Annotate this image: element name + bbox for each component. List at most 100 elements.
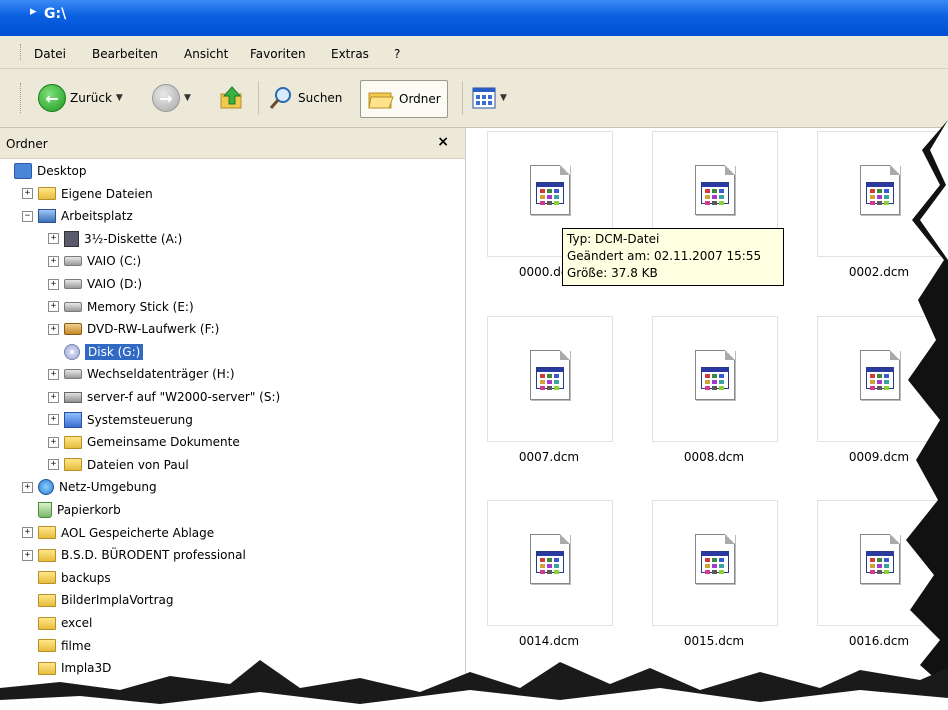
drive-icon [64, 279, 82, 289]
menu-help[interactable]: ? [394, 47, 400, 61]
expand-icon[interactable]: + [48, 278, 59, 290]
tree-node[interactable]: + Dateien von Paul [48, 455, 189, 475]
folder-icon [38, 661, 56, 675]
expand-icon[interactable]: + [48, 459, 59, 471]
tree-node-label: backups [61, 570, 111, 585]
folder-icon [38, 593, 56, 607]
file-name[interactable]: 0002.dcm [817, 265, 941, 279]
menu-favoriten[interactable]: Favoriten [250, 47, 306, 61]
tree-node[interactable]: + server-f auf "W2000-server" (S:) [48, 387, 280, 407]
folder-icon [38, 526, 56, 540]
folder-icon [64, 435, 82, 449]
folder-icon [38, 639, 56, 653]
expand-icon[interactable]: + [48, 323, 59, 335]
views-button[interactable]: ▼ [472, 81, 507, 115]
tree-node-label: Netz-Umgebung [59, 480, 157, 495]
folders-button[interactable]: Ordner [360, 80, 448, 118]
back-button[interactable]: ← Zurück ▼ [38, 81, 123, 115]
dcm-file-icon [695, 165, 735, 215]
folder-pane-title: Ordner [6, 137, 48, 151]
tree-node-label: AOL Gespeicherte Ablage [61, 525, 215, 540]
cd-icon [64, 343, 80, 360]
views-dropdown-icon[interactable]: ▼ [500, 93, 507, 103]
file-name[interactable]: 0015.dcm [652, 634, 776, 648]
file-name[interactable]: 0008.dcm [652, 450, 776, 464]
tree-node-label: Disk (G:) [85, 343, 144, 360]
expand-icon[interactable]: + [22, 188, 33, 200]
file-thumbnail[interactable] [817, 500, 943, 626]
expand-icon[interactable]: + [22, 527, 33, 539]
expand-icon[interactable]: + [48, 301, 59, 313]
tree-node[interactable]: + Gemeinsame Dokumente [48, 432, 240, 452]
tree-node[interactable]: + VAIO (D:) [48, 274, 142, 294]
file-thumbnail[interactable] [487, 316, 613, 442]
expand-icon[interactable]: + [48, 255, 59, 267]
tooltip-size: Größe: 37.8 KB [567, 266, 658, 280]
forward-button[interactable]: → ▼ [152, 81, 191, 115]
tree-node[interactable]: Papierkorb [22, 500, 121, 520]
tree-node[interactable]: + Systemsteuerung [48, 410, 193, 430]
recycle-bin-icon [38, 502, 52, 518]
file-thumbnail[interactable] [652, 316, 778, 442]
tree-node[interactable]: Impla3D [22, 658, 111, 678]
menu-extras[interactable]: Extras [331, 47, 369, 61]
up-folder-button[interactable] [218, 81, 246, 115]
tree-node-label: B.S.D. BÜRODENT professional [61, 548, 246, 563]
tree-node-label: Memory Stick (E:) [87, 299, 194, 314]
tree-node[interactable]: filme [22, 636, 91, 656]
file-name[interactable]: 0016.dcm [817, 634, 941, 648]
tree-node[interactable]: excel [22, 613, 92, 633]
tree-node[interactable]: + Wechseldatenträger (H:) [48, 364, 235, 384]
close-icon[interactable]: × [437, 134, 449, 150]
tree-node[interactable]: +3½-Diskette (A:) [48, 229, 182, 249]
tree-node[interactable]: + B.S.D. BÜRODENT professional [22, 545, 246, 565]
tree-node[interactable]: Desktop [14, 161, 87, 181]
expand-icon[interactable]: + [48, 368, 59, 380]
folder-icon [38, 548, 56, 562]
expand-icon[interactable]: + [22, 549, 33, 561]
file-name[interactable]: 0014.dcm [487, 634, 611, 648]
views-grid-icon [472, 87, 496, 109]
search-button[interactable]: Suchen [268, 81, 342, 115]
window-menu-icon[interactable]: ▸ [30, 4, 37, 19]
forward-dropdown-icon[interactable]: ▼ [184, 93, 191, 103]
tree-node[interactable]: + Netz-Umgebung [22, 477, 157, 497]
expand-icon[interactable]: + [48, 391, 59, 403]
toolbar-grip[interactable] [20, 83, 23, 113]
forward-arrow-icon: → [152, 84, 180, 112]
menu-bearbeiten[interactable]: Bearbeiten [92, 47, 158, 61]
dcm-file-icon [530, 350, 570, 400]
file-thumbnail[interactable] [817, 131, 943, 257]
menu-bar: Datei Bearbeiten Ansicht Favoriten Extra… [0, 36, 948, 69]
file-thumbnail[interactable] [652, 500, 778, 626]
menubar-grip[interactable] [20, 44, 23, 60]
tree-node[interactable]: + DVD-RW-Laufwerk (F:) [48, 319, 219, 339]
menu-datei[interactable]: Datei [34, 47, 66, 61]
file-thumbnail[interactable] [487, 500, 613, 626]
tree-node[interactable]: BilderImplaVortrag [22, 590, 174, 610]
tree-node[interactable]: + VAIO (C:) [48, 251, 141, 271]
folder-pane-header: Ordner × [0, 128, 465, 159]
back-arrow-icon: ← [38, 84, 66, 112]
back-label: Zurück [70, 91, 112, 105]
folders-icon [368, 92, 394, 109]
file-thumbnail[interactable] [817, 316, 943, 442]
file-name[interactable]: 0007.dcm [487, 450, 611, 464]
collapse-icon[interactable]: − [22, 210, 33, 222]
expand-icon[interactable]: + [48, 436, 59, 448]
tree-node-label: VAIO (D:) [87, 277, 143, 291]
back-dropdown-icon[interactable]: ▼ [116, 93, 123, 103]
menu-ansicht[interactable]: Ansicht [184, 47, 228, 61]
file-name[interactable]: 0009.dcm [817, 450, 941, 464]
tree-node[interactable]: − Arbeitsplatz [22, 206, 133, 226]
network-drive-icon [64, 391, 82, 403]
expand-icon[interactable]: + [48, 233, 59, 245]
tree-node[interactable]: backups [22, 568, 111, 588]
tree-node[interactable]: + Memory Stick (E:) [48, 297, 194, 317]
tree-node[interactable]: Disk (G:) [48, 342, 144, 362]
folder-icon [38, 616, 56, 630]
tree-node[interactable]: + Eigene Dateien [22, 184, 153, 204]
expand-icon[interactable]: + [48, 414, 59, 426]
expand-icon[interactable]: + [22, 481, 33, 493]
tree-node[interactable]: + AOL Gespeicherte Ablage [22, 523, 214, 543]
